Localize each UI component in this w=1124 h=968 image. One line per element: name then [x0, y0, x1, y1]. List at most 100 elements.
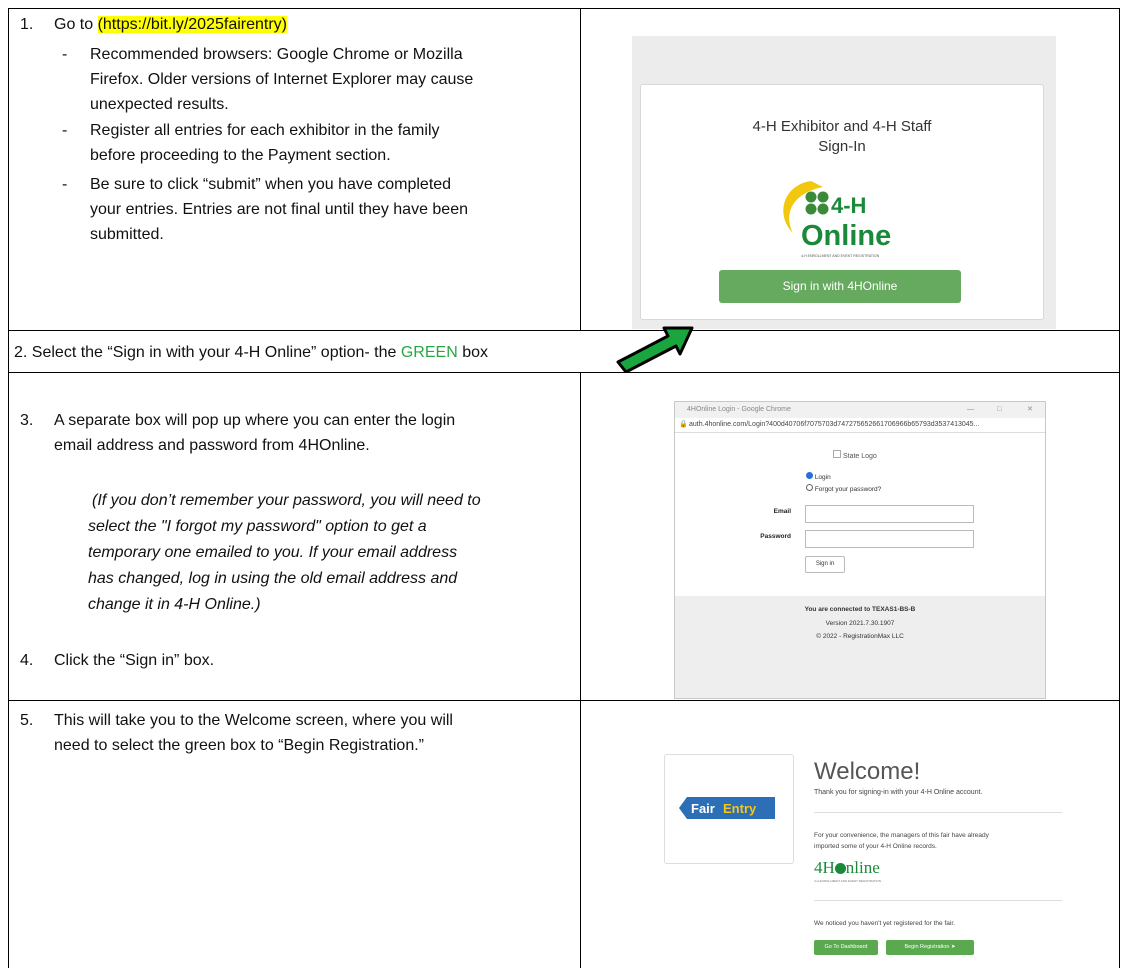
table-border-left: [8, 8, 9, 968]
copyright-text: © 2022 - RegistrationMax LLC: [816, 633, 904, 640]
step-1-bullet-1-line-2: Firefox. Older versions of Internet Expl…: [90, 71, 474, 88]
step-3-italic-line-4: has changed, log in using the old email …: [88, 570, 458, 587]
clover-leaf-3: [805, 203, 817, 215]
login-radio-label: Login: [814, 474, 831, 481]
table-row-divider-1: [8, 330, 1120, 331]
popup-url-bar: 🔒 auth.4honline.com/Login?400d40706f7075…: [675, 418, 1045, 433]
fair-entry-link[interactable]: (https://bit.ly/2025fairentry): [97, 16, 287, 33]
step-1-bullet-2-line-2: before proceeding to the Payment section…: [90, 147, 391, 164]
welcome-screenshot: Fair Entry Welcome! Thank you for signin…: [664, 752, 1064, 966]
4honline-logo-suffix: nline: [845, 858, 880, 877]
fairentry-logo-fair: Fair: [691, 801, 715, 816]
bullet-dash-1: -: [62, 46, 68, 63]
welcome-convenience-line-1: For your convenience, the managers of th…: [814, 832, 989, 839]
step-4-text: Click the “Sign in” box.: [54, 652, 215, 669]
forgot-radio-label: Forgot your password?: [814, 486, 882, 493]
table-column-divider-1: [580, 8, 581, 330]
clover-leaf-2: [817, 191, 829, 203]
4honline-small-logo: 4H nline: [814, 858, 880, 878]
clover-leaf-1: [805, 191, 817, 203]
password-label: Password: [760, 533, 791, 540]
popup-title: 4HOnline Login - Google Chrome: [687, 406, 791, 413]
fairentry-logo-entry: Entry: [723, 801, 757, 816]
table-column-divider-2: [580, 372, 581, 968]
signin-title-line-2: Sign-In: [818, 138, 866, 155]
step-3-line-1: A separate box will pop up where you can…: [54, 412, 456, 429]
login-radio-icon[interactable]: [806, 472, 813, 479]
fairentry-logo: Fair Entry: [679, 797, 775, 819]
step-1-bullet-3-line-2: your entries. Entries are not final unti…: [90, 201, 468, 218]
step-4-number: 4.: [20, 652, 34, 669]
bullet-dash-2: -: [62, 122, 68, 139]
email-label: Email: [773, 508, 791, 515]
welcome-heading: Welcome!: [814, 758, 921, 785]
welcome-noticed: We noticed you haven't yet registered fo…: [814, 920, 955, 927]
step-3-italic-line-3: temporary one emailed to you. If your em…: [88, 544, 458, 561]
table-border-top: [8, 8, 1120, 9]
state-logo-image: State Logo: [833, 450, 877, 460]
welcome-divider-2: [814, 900, 1062, 901]
email-field[interactable]: [805, 505, 974, 523]
step-3-number: 3.: [20, 412, 34, 429]
broken-image-icon: [833, 450, 841, 458]
signin-title-line-1: 4-H Exhibitor and 4-H Staff: [752, 118, 932, 135]
table-row-divider-3: [8, 700, 1120, 701]
go-to-dashboard-button[interactable]: Go To Dashboard: [814, 940, 878, 955]
step-5-line-1: This will take you to the Welcome screen…: [54, 712, 453, 729]
forgot-password-radio-option[interactable]: Forgot your password?: [806, 484, 881, 493]
welcome-divider-1: [814, 812, 1062, 813]
4honline-small-tagline: 4-H ENROLLMENT AND EVENT REGISTRATION: [814, 879, 882, 883]
table-row-divider-2: [8, 372, 1120, 373]
table-border-right: [1119, 8, 1120, 968]
step-1-number: 1.: [20, 16, 34, 33]
login-popup-window: 4HOnline Login - Google Chrome — □ ✕ 🔒 a…: [674, 401, 1046, 699]
step-3-line-2: email address and password from 4HOnline…: [54, 437, 370, 454]
connected-text: You are connected to TEXAS1-BS-B: [804, 606, 916, 613]
4h-online-logo: 4-H Online 4-H ENROLLMENT AND EVENT REGI…: [783, 181, 891, 258]
popup-titlebar: 4HOnline Login - Google Chrome — □ ✕: [675, 402, 1045, 418]
sign-in-with-4honline-button[interactable]: Sign in with 4HOnline: [719, 270, 961, 303]
step-3-italic-line-5: change it in 4-H Online.): [88, 596, 261, 613]
logo-tagline: 4-H ENROLLMENT AND EVENT REGISTRATION: [801, 254, 880, 258]
clover-icon: [834, 863, 846, 874]
minimize-icon[interactable]: —: [967, 402, 974, 418]
step-1-bullet-3-line-3: submitted.: [90, 226, 164, 243]
signin-card: 4-H Exhibitor and 4-H Staff Sign-In 4-H …: [640, 84, 1044, 320]
version-text: Version 2021.7.30.1907: [825, 620, 895, 627]
step-5-number: 5.: [20, 712, 34, 729]
begin-registration-button[interactable]: Begin Registration ➤: [886, 940, 974, 955]
begin-registration-label: Begin Registration: [904, 944, 950, 950]
logo-4h-text: 4-H: [831, 193, 866, 218]
state-logo-alt: State Logo: [842, 453, 877, 460]
step-1-bullet-1-line-3: unexpected results.: [90, 96, 229, 113]
step-2-instruction: 2. Select the “Sign in with your 4-H Onl…: [14, 340, 488, 365]
login-radio-option[interactable]: Login: [806, 472, 831, 481]
step-2-green-word: GREEN: [400, 344, 458, 361]
clover-leaf-4: [817, 203, 829, 215]
step-3-italic-line-2: select the "I forgot my password" option…: [88, 518, 427, 535]
close-icon[interactable]: ✕: [1027, 402, 1033, 418]
step-3-italic-line-1: (If you don’t remember your password, yo…: [92, 492, 481, 509]
4honline-logo-prefix: 4H: [814, 858, 835, 877]
step-1-bullet-2-line-1: Register all entries for each exhibitor …: [90, 122, 440, 139]
step-2-text-before: 2. Select the “Sign in with your 4-H Onl…: [14, 344, 401, 361]
green-arrow-icon: [616, 326, 694, 372]
step-1-instruction: Go to (https://bit.ly/2025fairentry): [54, 12, 287, 37]
bullet-dash-3: -: [62, 176, 68, 193]
step-1-bullet-1-line-1: Recommended browsers: Google Chrome or M…: [90, 46, 463, 63]
welcome-convenience-line-2: imported some of your 4-H Online records…: [814, 843, 937, 850]
popup-footer: You are connected to TEXAS1-BS-B Version…: [675, 596, 1045, 698]
instruction-document: 1. Go to (https://bit.ly/2025fairentry) …: [0, 0, 1124, 968]
step-5-line-2: need to select the green box to “Begin R…: [54, 737, 424, 754]
step-1-prefix: Go to: [54, 16, 98, 33]
welcome-thanks: Thank you for signing-in with your 4-H O…: [814, 789, 983, 796]
forgot-radio-icon[interactable]: [806, 484, 813, 491]
maximize-icon[interactable]: □: [997, 402, 1001, 418]
popup-url: auth.4honline.com/Login?400d40706f707570…: [689, 421, 980, 428]
password-field[interactable]: [805, 530, 974, 548]
arrow-right-circle-icon: ➤: [950, 944, 956, 950]
signin-title: 4-H Exhibitor and 4-H Staff Sign-In: [641, 117, 1043, 157]
logo-online-text: Online: [801, 220, 891, 252]
sign-in-button[interactable]: Sign in: [805, 556, 845, 573]
step-1-bullet-3-line-1: Be sure to click “submit” when you have …: [90, 176, 452, 193]
